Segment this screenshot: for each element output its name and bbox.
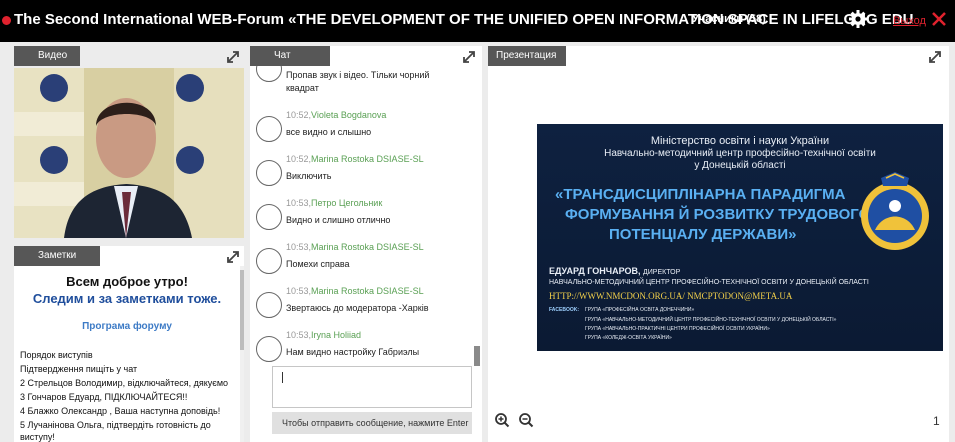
notes-line: 3 Гончаров Едуард, ПІДКЛЮЧАЙТЕСЯ!! bbox=[20, 392, 188, 402]
slide-center-region: у Донецькій області bbox=[694, 160, 786, 171]
chat-message-meta: 10:52,Marina Rostoka DSIASE-SL bbox=[286, 154, 424, 164]
video-panel: Видео bbox=[14, 46, 244, 238]
chat-message-text: Виключить bbox=[286, 171, 332, 181]
slide-author: ЕДУАРД ГОНЧАРОВ, ДИРЕКТОР bbox=[549, 266, 681, 276]
slide-group: ГРУПА «КОЛЕДЖ-ОСВІТА УКРАЇНИ» bbox=[585, 335, 672, 341]
chat-message-meta: 10:53,Marina Rostoka DSIASE-SL bbox=[286, 242, 424, 252]
user-avatar-icon bbox=[256, 116, 282, 142]
chat-author: Iryna Holiiad bbox=[311, 330, 362, 340]
webinar-title: The Second International WEB-Forum «THE … bbox=[14, 11, 914, 28]
notes-subheading: Следим и за заметками тоже. bbox=[32, 291, 222, 306]
chat-message-text: квадрат bbox=[286, 83, 319, 93]
chat-scroll-thumb[interactable] bbox=[474, 346, 480, 366]
top-bar: The Second International WEB-Forum «THE … bbox=[0, 0, 955, 42]
user-avatar-icon bbox=[256, 204, 282, 230]
chat-message-text: Видно и слишно отлично bbox=[286, 215, 391, 225]
chat-message-list: Пропав звук і відео. Тільки чорний квадр… bbox=[250, 66, 476, 406]
slide-ministry: Міністерство освіти і науки України bbox=[650, 135, 830, 147]
presentation-tab: Презентация bbox=[488, 46, 566, 66]
chat-message-meta: 10:53,Marina Rostoka DSIASE-SL bbox=[286, 286, 424, 296]
presentation-panel: Презентация Міністерство освіти і науки … bbox=[488, 46, 949, 442]
recording-indicator-icon bbox=[2, 16, 11, 25]
zoom-in-icon[interactable] bbox=[494, 412, 510, 428]
user-avatar-icon bbox=[256, 336, 282, 362]
user-avatar-icon bbox=[256, 66, 282, 82]
notes-panel: Заметки Всем доброе утро! Следим и за за… bbox=[14, 246, 244, 442]
presentation-slide: Міністерство освіти і науки України Навч… bbox=[537, 124, 943, 351]
chat-message-text: все видно и слышно bbox=[286, 127, 372, 137]
slide-facebook: FACEBOOK: bbox=[549, 307, 579, 313]
slide-title: ФОРМУВАННЯ Й РОЗВИТКУ ТРУДОВОГО bbox=[565, 206, 871, 223]
notes-line: 4 Блажко Олександр , Ваша наступна допов… bbox=[20, 406, 221, 416]
expand-icon[interactable] bbox=[226, 250, 240, 264]
chat-message-meta: 10:52,Violeta Bogdanova bbox=[286, 110, 387, 120]
user-avatar-icon bbox=[256, 292, 282, 318]
chat-message-meta: 10:53,Iryna Holiiad bbox=[286, 330, 362, 340]
expand-icon[interactable] bbox=[226, 50, 240, 64]
chat-author: Marina Rostoka DSIASE-SL bbox=[311, 242, 424, 252]
notes-heading: Всем доброе утро! bbox=[66, 274, 188, 289]
user-avatar-icon bbox=[256, 160, 282, 186]
chat-panel: Чат Пропав звук і відео. Тільки чорний к… bbox=[250, 46, 482, 442]
chat-message-input[interactable] bbox=[272, 366, 472, 408]
slide-group: ГРУПА «ПРОФЕСІЙНА ОСВІТА ДОНЕЧЧИНИ» bbox=[585, 307, 695, 313]
notes-tab: Заметки bbox=[14, 246, 100, 266]
text-caret bbox=[282, 372, 283, 383]
slide-center: Навчально-методичний центр професійно-те… bbox=[604, 148, 876, 159]
send-hint: Чтобы отправить сообщение, нажмите Enter bbox=[272, 412, 472, 434]
page-number: 1 bbox=[933, 414, 940, 428]
slide-title: ПОТЕНЦІАЛУ ДЕРЖАВИ» bbox=[609, 226, 797, 243]
video-tab: Видео bbox=[14, 46, 80, 66]
chat-message-text: Помехи справа bbox=[286, 259, 350, 269]
gear-icon[interactable] bbox=[848, 9, 868, 29]
close-icon[interactable] bbox=[931, 11, 947, 27]
notes-line: виступу! bbox=[20, 432, 55, 442]
chat-message-meta: 10:53,Петро Цегольник bbox=[286, 198, 383, 208]
notes-line: 5 Лучанінова Ольга, підтвердіть готовніс… bbox=[20, 420, 211, 430]
chat-author: Marina Rostoka DSIASE-SL bbox=[311, 286, 424, 296]
chat-author: Violeta Bogdanova bbox=[311, 110, 387, 120]
user-avatar-icon bbox=[256, 248, 282, 274]
slide-title: «ТРАНСДИСЦИПЛІНАРНА ПАРАДИГМА bbox=[555, 186, 846, 203]
slide-group: ГРУПА «НАВЧАЛЬНО-МЕТОДИЧНИЙ ЦЕНТР ПРОФЕС… bbox=[585, 317, 837, 323]
participants-button[interactable]: Учасники (58) bbox=[692, 13, 766, 25]
slide-author-org: НАВЧАЛЬНО-МЕТОДИЧНИЙ ЦЕНТР ПРОФЕСІЙНО-ТЕ… bbox=[549, 279, 869, 286]
expand-icon[interactable] bbox=[462, 50, 476, 64]
chat-author: Петро Цегольник bbox=[311, 198, 383, 208]
notes-scroll-thumb[interactable] bbox=[240, 270, 244, 350]
chat-tab: Чат bbox=[250, 46, 330, 66]
program-link[interactable]: Програма форуму bbox=[14, 321, 240, 332]
chat-message-text: Звертаюсь до модератора -Харків bbox=[286, 303, 429, 313]
exit-link[interactable]: Выход bbox=[893, 15, 926, 27]
notes-line: Підтвердження пищіть у чат bbox=[20, 364, 138, 374]
notes-line: 2 Стрельцов Володимир, відключайтеся, дя… bbox=[20, 378, 229, 388]
speaker-video bbox=[14, 68, 244, 238]
slide-group: ГРУПА «НАВЧАЛЬНО-ПРАКТИЧНІ ЦЕНТРИ ПРОФЕС… bbox=[585, 326, 770, 332]
chat-message-text: Пропав звук і відео. Тільки чорний bbox=[286, 70, 430, 80]
chat-author: Marina Rostoka DSIASE-SL bbox=[311, 154, 424, 164]
zoom-out-icon[interactable] bbox=[518, 412, 534, 428]
expand-icon[interactable] bbox=[928, 50, 942, 64]
nmc-logo-icon bbox=[861, 172, 929, 250]
notes-line: Порядок виступів bbox=[20, 350, 93, 360]
chat-message-text: Нам видно настройку Габриэлы bbox=[286, 347, 420, 357]
slide-url: HTTP://WWW.NMCDON.ORG.UA/ NMCPTODON@META… bbox=[549, 291, 793, 301]
